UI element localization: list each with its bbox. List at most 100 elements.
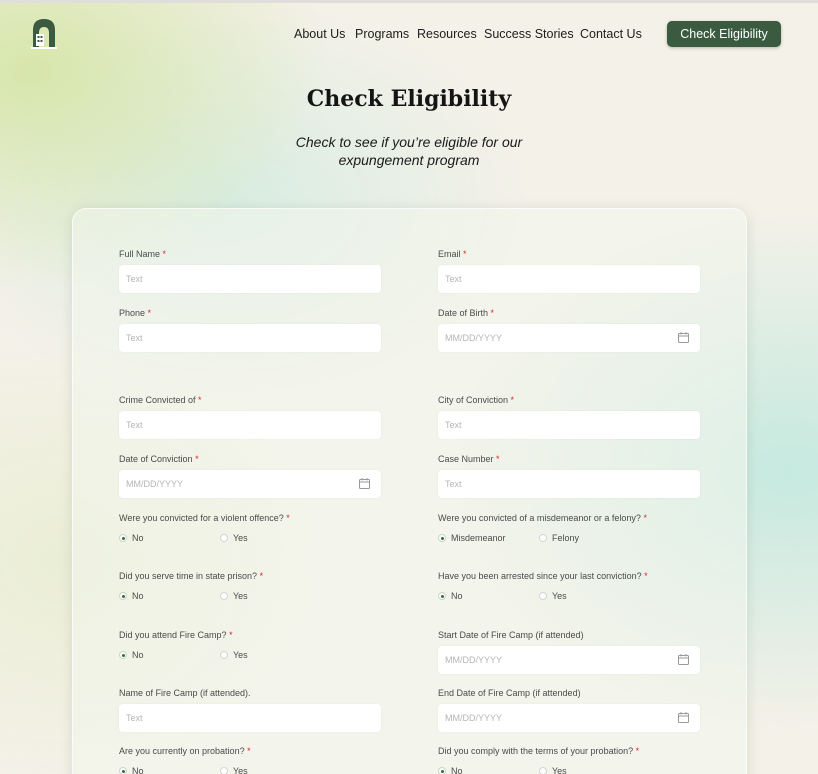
state-prison-question: Did you serve time in state prison? * No…: [119, 570, 381, 603]
arrested-since-question: Have you been arrested since your last c…: [438, 570, 700, 603]
fire-camp-start-date-placeholder: MM/DD/YYYY: [445, 655, 503, 665]
date-of-birth-placeholder: MM/DD/YYYY: [445, 333, 503, 343]
state-prison-option-no[interactable]: No: [119, 591, 144, 601]
date-of-birth-field: Date of Birth * MM/DD/YYYY: [438, 307, 700, 352]
probation-comply-radio-group: No Yes: [438, 766, 700, 774]
case-number-label: Case Number *: [438, 454, 500, 464]
probation-comply-option-yes[interactable]: Yes: [539, 766, 567, 774]
page-title: Check Eligibility: [306, 86, 512, 112]
misdemeanor-felony-label: Were you convicted of a misdemeanor or a…: [438, 513, 647, 523]
fire-camp-name-label: Name of Fire Camp (if attended).: [119, 688, 251, 698]
misdemeanor-option[interactable]: Misdemeanor: [438, 533, 506, 543]
calendar-icon[interactable]: [678, 332, 689, 343]
radio-selected[interactable]: [119, 651, 127, 659]
fire-camp-radio-group: No Yes: [119, 650, 381, 662]
case-number-placeholder: Text: [445, 479, 462, 489]
probation-question: Are you currently on probation? * No Yes: [119, 745, 381, 774]
date-of-conviction-input[interactable]: MM/DD/YYYY: [119, 470, 381, 498]
nav-about-us[interactable]: About Us: [294, 27, 345, 41]
nav-resources[interactable]: Resources: [417, 27, 477, 41]
full-name-input[interactable]: Text: [119, 265, 381, 293]
email-placeholder: Text: [445, 274, 462, 284]
fire-camp-end-date-placeholder: MM/DD/YYYY: [445, 713, 503, 723]
full-name-field: Full Name * Text: [119, 248, 381, 293]
nav-contact-us[interactable]: Contact Us: [580, 27, 642, 41]
radio-selected[interactable]: [438, 534, 446, 542]
city-of-conviction-label: City of Conviction *: [438, 395, 515, 405]
violent-offence-question: Were you convicted for a violent offence…: [119, 512, 381, 545]
radio-unselected[interactable]: [220, 534, 228, 542]
city-of-conviction-field: City of Conviction * Text: [438, 394, 700, 439]
fire-camp-question: Did you attend Fire Camp? * No Yes: [119, 629, 381, 662]
top-border: [0, 0, 818, 3]
crime-convicted-label: Crime Convicted of *: [119, 395, 202, 405]
crime-convicted-placeholder: Text: [126, 420, 143, 430]
date-of-conviction-field: Date of Conviction * MM/DD/YYYY: [119, 453, 381, 498]
calendar-icon[interactable]: [359, 478, 370, 489]
probation-label: Are you currently on probation? *: [119, 746, 251, 756]
probation-option-no[interactable]: No: [119, 766, 144, 774]
fire-camp-name-field: Name of Fire Camp (if attended). Text: [119, 687, 381, 732]
email-input[interactable]: Text: [438, 265, 700, 293]
full-name-placeholder: Text: [126, 274, 143, 284]
felony-option[interactable]: Felony: [539, 533, 579, 543]
crime-convicted-field: Crime Convicted of * Text: [119, 394, 381, 439]
fire-camp-end-date-input[interactable]: MM/DD/YYYY: [438, 704, 700, 732]
date-of-birth-input[interactable]: MM/DD/YYYY: [438, 324, 700, 352]
phone-placeholder: Text: [126, 333, 143, 343]
violent-offence-option-no[interactable]: No: [119, 533, 144, 543]
radio-selected[interactable]: [119, 767, 127, 774]
phone-input[interactable]: Text: [119, 324, 381, 352]
email-label: Email *: [438, 249, 467, 259]
radio-selected[interactable]: [119, 534, 127, 542]
phone-field: Phone * Text: [119, 307, 381, 352]
fire-camp-start-date-label: Start Date of Fire Camp (if attended): [438, 630, 584, 640]
arrested-since-radio-group: No Yes: [438, 591, 700, 603]
fire-camp-end-date-field: End Date of Fire Camp (if attended) MM/D…: [438, 687, 700, 732]
email-field: Email * Text: [438, 248, 700, 293]
radio-selected[interactable]: [438, 592, 446, 600]
radio-unselected[interactable]: [220, 592, 228, 600]
misdemeanor-felony-radio-group: Misdemeanor Felony: [438, 533, 700, 545]
arrested-since-option-yes[interactable]: Yes: [539, 591, 567, 601]
crime-convicted-input[interactable]: Text: [119, 411, 381, 439]
fire-camp-option-no[interactable]: No: [119, 650, 144, 660]
fire-camp-end-date-label: End Date of Fire Camp (if attended): [438, 688, 581, 698]
city-of-conviction-placeholder: Text: [445, 420, 462, 430]
subtitle-line-2: expungement program: [338, 152, 480, 168]
phone-label: Phone *: [119, 308, 152, 318]
case-number-field: Case Number * Text: [438, 453, 700, 498]
nav-success-stories[interactable]: Success Stories: [484, 27, 574, 41]
radio-selected[interactable]: [119, 592, 127, 600]
fire-camp-label: Did you attend Fire Camp? *: [119, 630, 233, 640]
page-subtitle: Check to see if you’re eligible for our …: [284, 133, 534, 169]
probation-comply-option-no[interactable]: No: [438, 766, 463, 774]
case-number-input[interactable]: Text: [438, 470, 700, 498]
state-prison-option-yes[interactable]: Yes: [220, 591, 248, 601]
fire-camp-name-placeholder: Text: [126, 713, 143, 723]
date-of-birth-label: Date of Birth *: [438, 308, 495, 318]
probation-option-yes[interactable]: Yes: [220, 766, 248, 774]
radio-unselected[interactable]: [539, 592, 547, 600]
radio-unselected[interactable]: [539, 767, 547, 774]
probation-comply-question: Did you comply with the terms of your pr…: [438, 745, 700, 774]
calendar-icon[interactable]: [678, 654, 689, 665]
arrested-since-option-no[interactable]: No: [438, 591, 463, 601]
violent-offence-option-yes[interactable]: Yes: [220, 533, 248, 543]
radio-unselected[interactable]: [539, 534, 547, 542]
radio-unselected[interactable]: [220, 767, 228, 774]
radio-unselected[interactable]: [220, 651, 228, 659]
subtitle-line-1: Check to see if you’re eligible for our: [295, 134, 523, 150]
calendar-icon[interactable]: [678, 712, 689, 723]
probation-comply-label: Did you comply with the terms of your pr…: [438, 746, 640, 756]
fire-camp-name-input[interactable]: Text: [119, 704, 381, 732]
city-of-conviction-input[interactable]: Text: [438, 411, 700, 439]
violent-offence-label: Were you convicted for a violent offence…: [119, 513, 290, 523]
nav-programs[interactable]: Programs: [355, 27, 409, 41]
fire-camp-start-date-input[interactable]: MM/DD/YYYY: [438, 646, 700, 674]
violent-offence-radio-group: No Yes: [119, 533, 381, 545]
check-eligibility-button[interactable]: Check Eligibility: [667, 21, 781, 47]
fire-camp-start-date-field: Start Date of Fire Camp (if attended) MM…: [438, 629, 700, 674]
radio-selected[interactable]: [438, 767, 446, 774]
fire-camp-option-yes[interactable]: Yes: [220, 650, 248, 660]
